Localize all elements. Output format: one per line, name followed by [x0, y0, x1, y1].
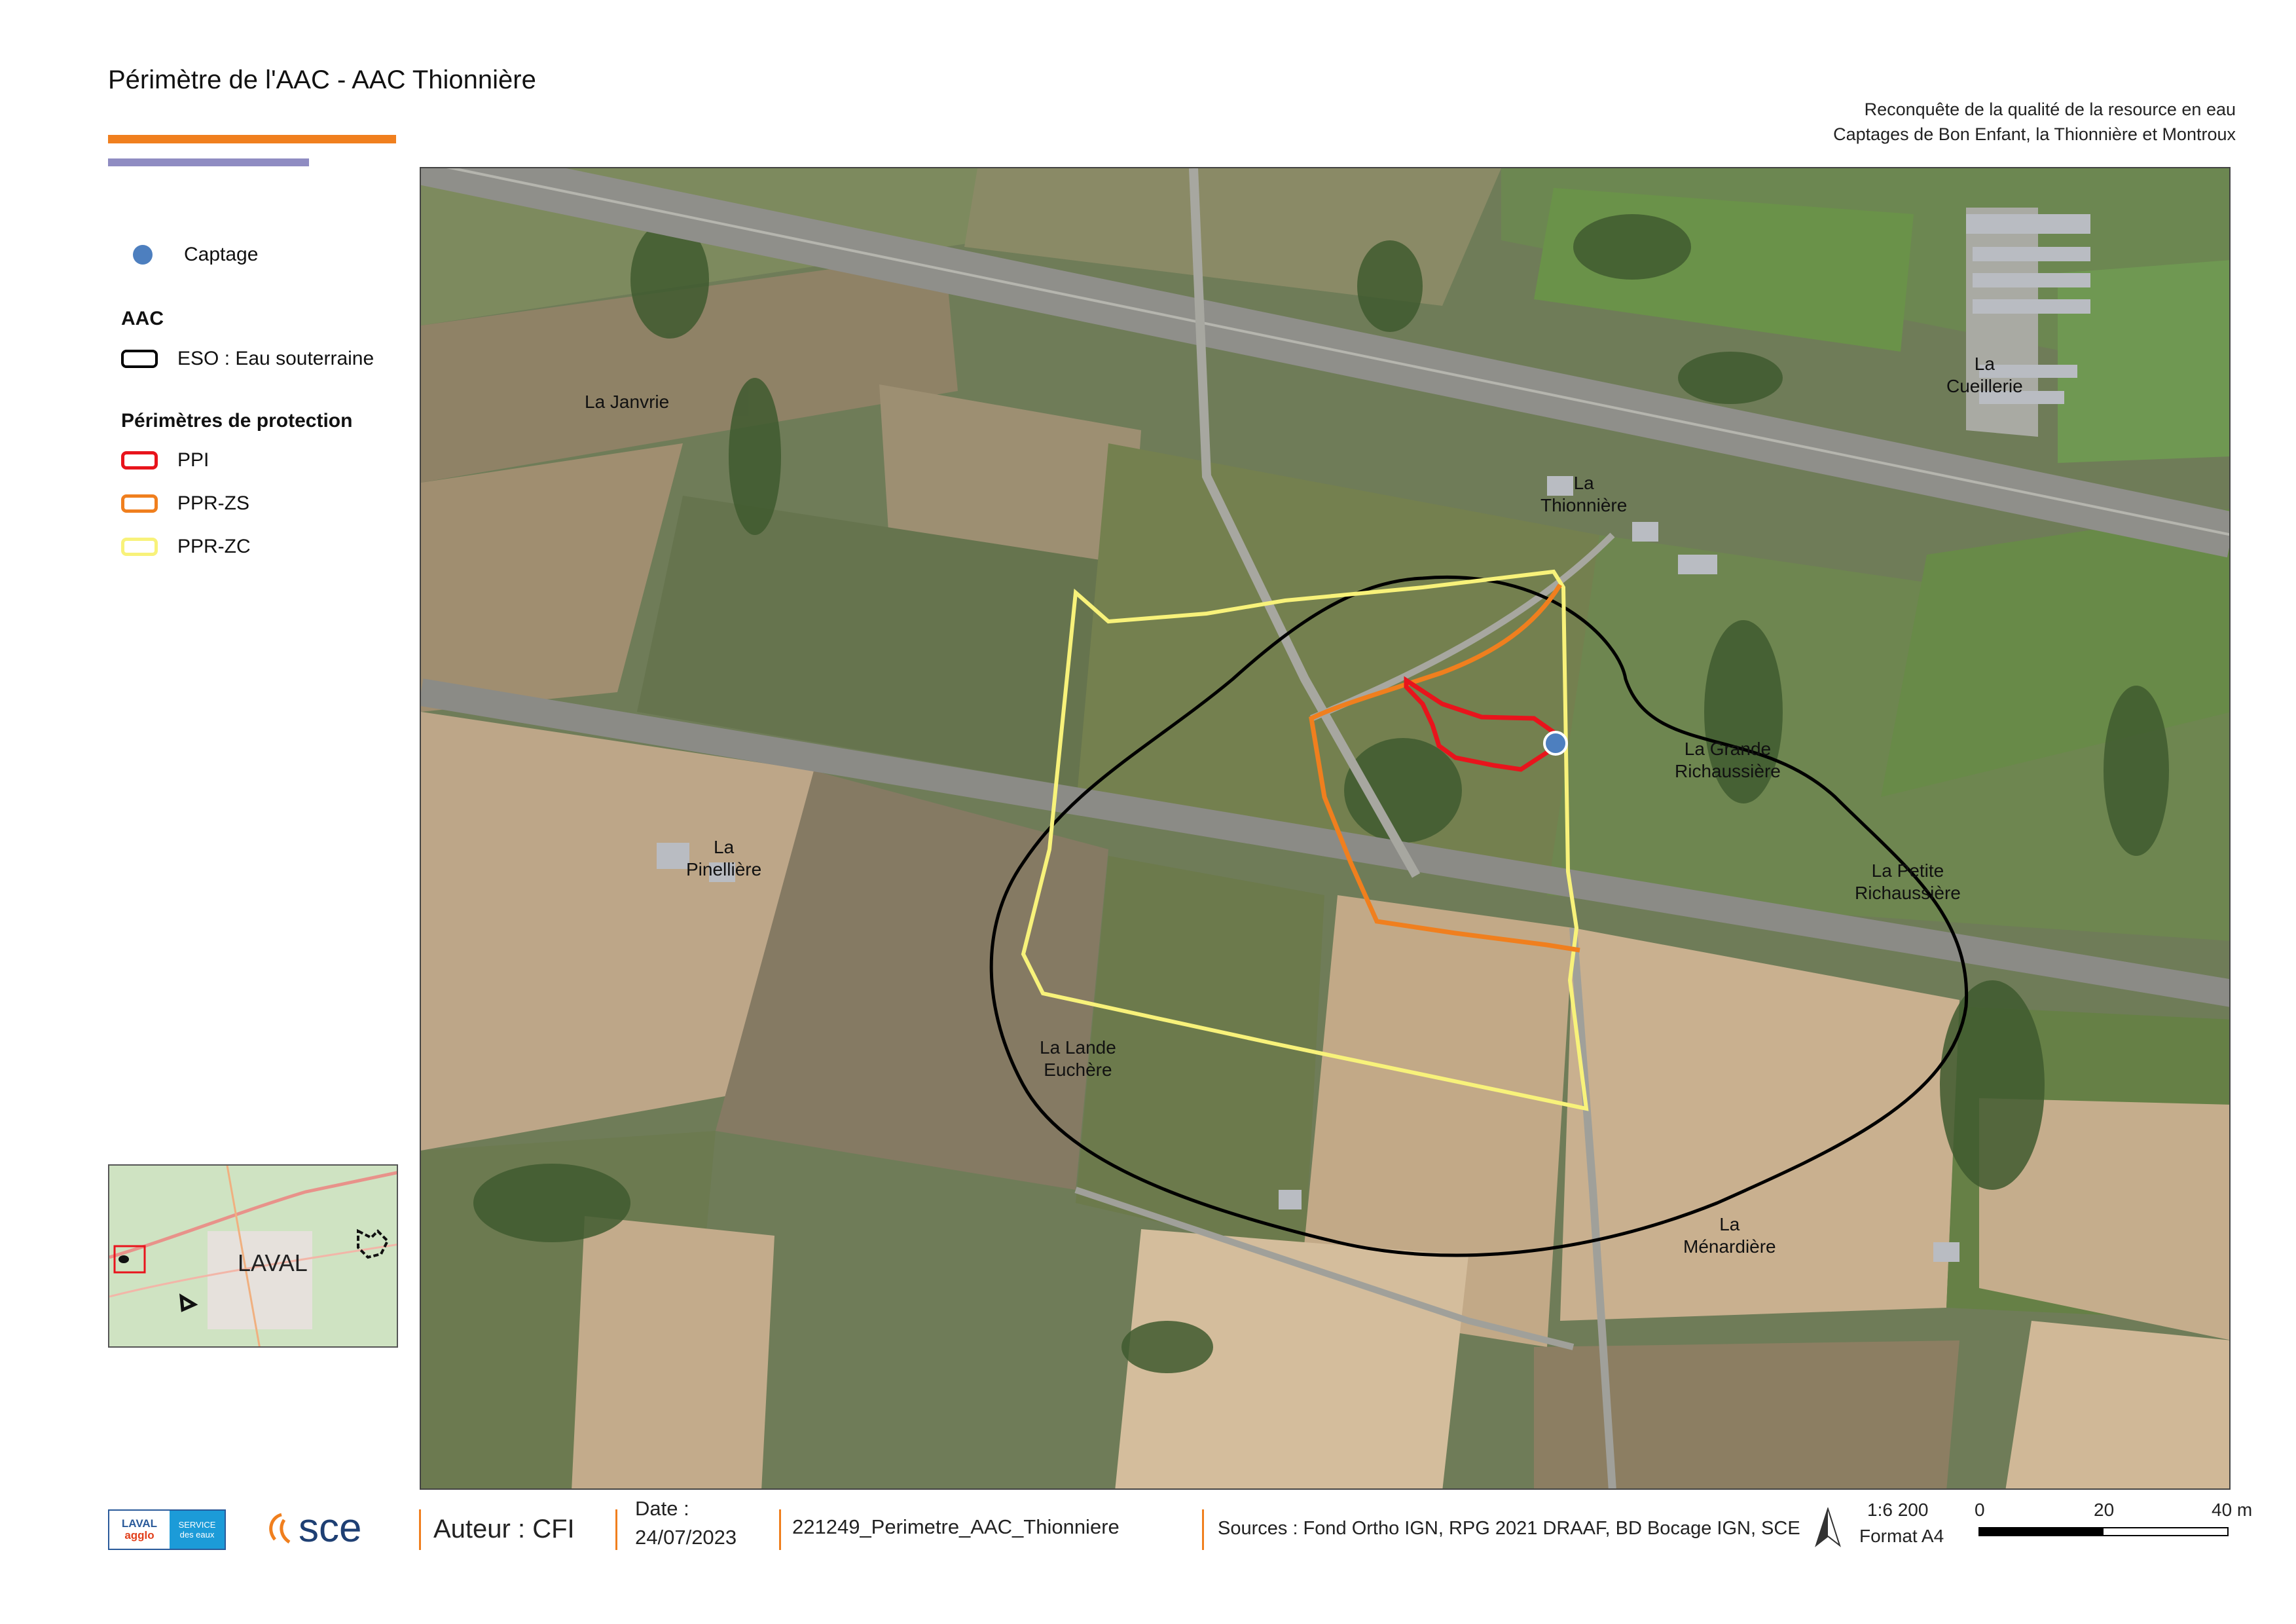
footer-author: Auteur : CFI	[433, 1515, 575, 1543]
ppr-zs-swatch-icon	[121, 494, 158, 513]
sce-logo: sce	[262, 1505, 361, 1551]
scale-bar-label-20: 20	[2094, 1500, 2115, 1520]
legend-captage-label: Captage	[184, 244, 259, 265]
scale-bar	[1978, 1527, 2229, 1536]
main-map[interactable]: La Janvrie La Cueillerie La Thionnière La …	[420, 167, 2231, 1490]
place-la-lande-euchere: La Lande Euchère	[1040, 1037, 1116, 1080]
legend-captage: Captage	[121, 244, 258, 266]
legend-aac-heading: AAC	[121, 308, 164, 329]
map-subtitle-line1: Reconquête de la qualité de la resource …	[1864, 100, 2236, 119]
legend-eso-label: ESO : Eau souterraine	[177, 348, 374, 369]
place-la-thionniere: La Thionnière	[1540, 473, 1628, 515]
footer-separator	[615, 1509, 617, 1550]
map-subtitle-line2: Captages de Bon Enfant, la Thionnière et…	[1833, 124, 2236, 144]
footer-date-label: Date :	[635, 1497, 689, 1520]
legend-ppr-zs-label: PPR-ZS	[177, 492, 250, 514]
place-la-cueillerie: La Cueillerie	[1946, 354, 2023, 396]
place-la-janvrie: La Janvrie	[585, 392, 670, 412]
inset-city-label: LAVAL	[238, 1249, 308, 1276]
map-format: Format A4	[1859, 1526, 1944, 1546]
scale-bar-label-40: 40 m	[2212, 1500, 2253, 1520]
map-scale-ratio: 1:6 200	[1867, 1500, 1929, 1520]
footer-reference: 221249_Perimetre_AAC_Thionniere	[792, 1515, 1120, 1538]
legend-ppi-label: PPI	[177, 449, 210, 471]
accent-bar-purple	[108, 158, 309, 166]
inset-locator-map: LAVAL	[108, 1164, 398, 1348]
ppr-zc-swatch-icon	[121, 538, 158, 556]
laval-agglo-logo: LAVAL agglo SERVICE des eaux	[108, 1509, 226, 1550]
eso-swatch-icon	[121, 350, 158, 368]
legend-ppr-zc-label: PPR-ZC	[177, 536, 251, 557]
accent-bar-orange	[108, 135, 396, 143]
scale-bar-label-0: 0	[1975, 1500, 1985, 1520]
footer-sources: Sources : Fond Ortho IGN, RPG 2021 DRAAF…	[1218, 1518, 1800, 1539]
place-la-pinelliere: La Pinellière	[686, 837, 762, 879]
captage-point-icon	[1543, 731, 1568, 756]
place-la-menardiere: La Ménardière	[1683, 1214, 1776, 1257]
ppi-swatch-icon	[121, 451, 158, 470]
place-la-petite-richaussiere: La Petite Richaussière	[1855, 860, 1961, 903]
legend-ppr-zc: PPR-ZC	[121, 536, 251, 558]
captage-dot-icon	[133, 245, 153, 265]
north-arrow-icon	[1813, 1506, 1842, 1551]
map-title: Périmètre de l'AAC - AAC Thionnière	[108, 65, 536, 94]
sce-logo-mark-icon	[269, 1513, 291, 1543]
legend-ppr-zs: PPR-ZS	[121, 492, 249, 515]
footer-separator	[419, 1509, 421, 1550]
footer-date-value: 24/07/2023	[635, 1526, 737, 1549]
place-la-grande-richaussiere: La Grande Richaussière	[1675, 739, 1781, 781]
legend-ppi: PPI	[121, 449, 209, 471]
legend-eso: ESO : Eau souterraine	[121, 348, 374, 370]
footer-separator	[1202, 1509, 1204, 1550]
legend-protection-heading: Périmètres de protection	[121, 410, 353, 432]
footer-separator	[779, 1509, 781, 1550]
